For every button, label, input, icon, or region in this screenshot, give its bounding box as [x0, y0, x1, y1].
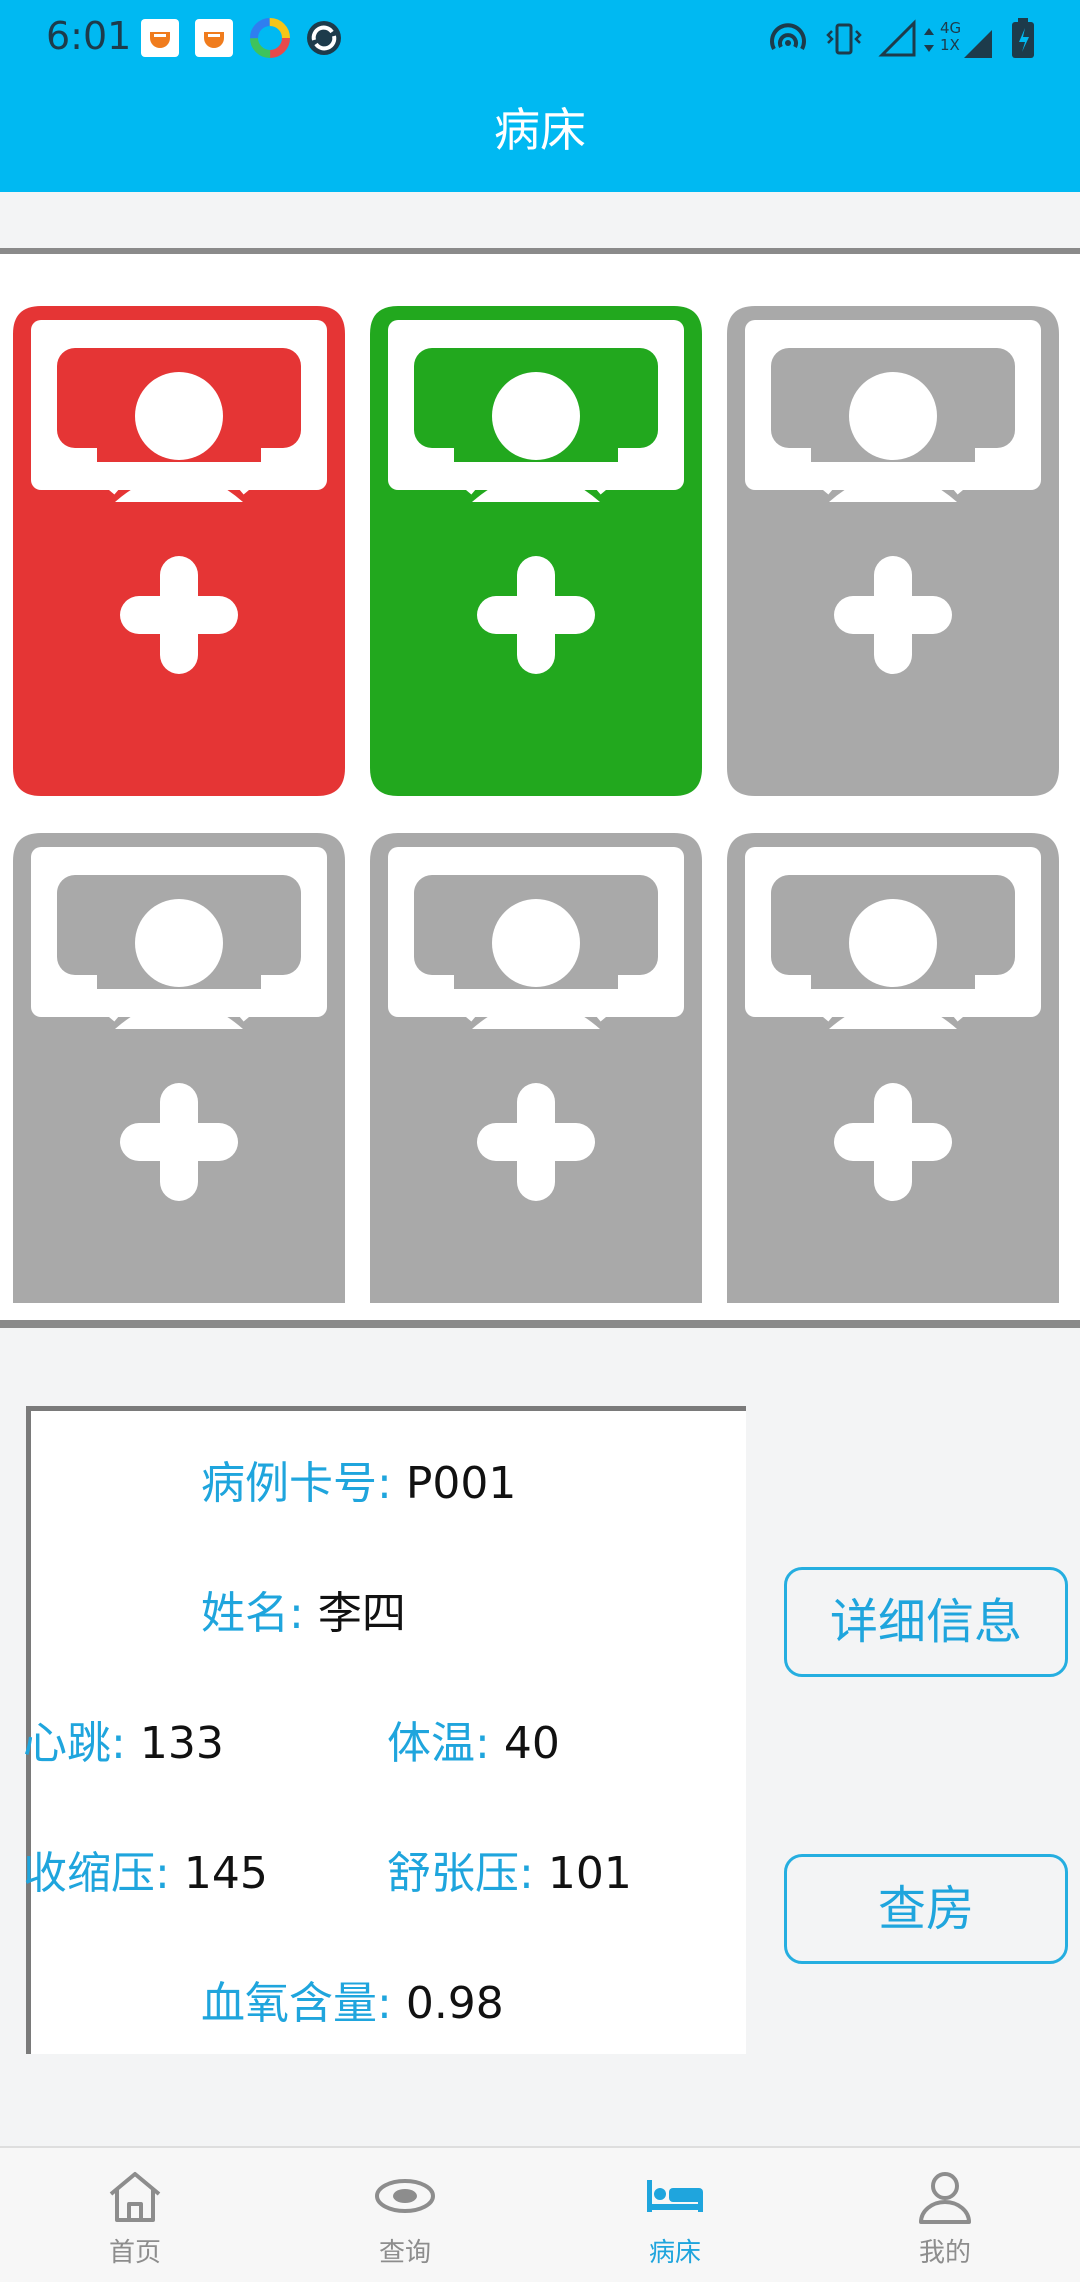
oxygen-label: 血氧含量: [201, 1978, 392, 2029]
heart-rate-value: 133 [139, 1718, 224, 1769]
systolic-row: 收缩压: 145 [23, 1837, 268, 1901]
bed-patient-plus-icon [727, 833, 1059, 1303]
bed-card[interactable] [13, 833, 345, 1303]
systolic-label: 收缩压: [23, 1848, 170, 1899]
case-number-row: 病例卡号: P001 [201, 1447, 516, 1511]
colorful-app-icon [250, 18, 290, 58]
status-time: 6:01 [46, 14, 132, 58]
app-bar: 病床 [0, 80, 1080, 192]
temperature-label: 体温: [387, 1718, 490, 1769]
bed-card[interactable] [370, 306, 702, 796]
case-number-label: 病例卡号: [201, 1458, 392, 1509]
systolic-value: 145 [183, 1848, 268, 1899]
diastolic-row: 舒张压: 101 [387, 1837, 632, 1901]
name-label: 姓名: [201, 1588, 304, 1639]
sync-app-icon [307, 21, 341, 55]
app-notification-icon [141, 19, 179, 57]
oxygen-value: 0.98 [405, 1978, 504, 2029]
battery-icon [1012, 18, 1034, 58]
network-indicator: 4G 1X [922, 20, 992, 60]
app-notification-icon [195, 19, 233, 57]
diastolic-value: 101 [547, 1848, 632, 1899]
bed-card[interactable] [727, 833, 1059, 1303]
temperature-value: 40 [503, 1718, 560, 1769]
home-icon [109, 2172, 161, 2222]
vibrate-icon [826, 23, 862, 55]
nav-beds-label: 病床 [648, 2238, 701, 2268]
oxygen-row: 血氧含量: 0.98 [201, 1967, 504, 2031]
bed-card[interactable] [13, 306, 345, 796]
bed-icon [647, 2180, 703, 2212]
network-type-label: 4G 1X [940, 19, 962, 54]
bed-card[interactable] [727, 306, 1059, 796]
user-icon [919, 2172, 971, 2224]
name-row: 姓名: 李四 [201, 1577, 406, 1641]
bed-patient-plus-icon [727, 306, 1059, 796]
ward-round-button[interactable]: 查房 [784, 1854, 1068, 1964]
nav-query-label: 查询 [378, 2238, 431, 2268]
signal-icon [878, 19, 916, 57]
bed-grid [0, 248, 1080, 1328]
bed-patient-plus-icon [370, 306, 702, 796]
nav-query[interactable]: 查询 [270, 2148, 540, 2282]
heart-rate-row: 心跳: 133 [23, 1707, 224, 1771]
nav-mine[interactable]: 我的 [810, 2148, 1080, 2282]
signal-bars-icon [964, 30, 992, 58]
case-number-value: P001 [405, 1458, 517, 1509]
bed-patient-plus-icon [13, 833, 345, 1303]
bed-patient-plus-icon [370, 833, 702, 1303]
heart-rate-label: 心跳: [23, 1718, 126, 1769]
nav-beds[interactable]: 病床 [540, 2148, 810, 2282]
status-bar: 6:01 4G 1X [0, 0, 1080, 80]
bed-patient-plus-icon [13, 306, 345, 796]
name-value: 李四 [317, 1588, 406, 1639]
temperature-row: 体温: 40 [387, 1707, 560, 1771]
eye-icon [375, 2179, 435, 2213]
details-button[interactable]: 详细信息 [784, 1567, 1068, 1677]
diastolic-label: 舒张压: [387, 1848, 534, 1899]
nav-home-label: 首页 [108, 2238, 161, 2268]
data-arrows-icon [924, 28, 934, 52]
bed-card[interactable] [370, 833, 702, 1303]
nav-mine-label: 我的 [918, 2238, 971, 2268]
page-title: 病床 [494, 103, 586, 157]
hotspot-icon [770, 23, 806, 50]
nav-home[interactable]: 首页 [0, 2148, 270, 2282]
patient-info-card: 病例卡号: P001 姓名: 李四 心跳: 133 体温: 40 收缩压: 14… [23, 1406, 746, 2054]
bottom-nav: 首页 查询 病床 我的 [0, 2146, 1080, 2282]
